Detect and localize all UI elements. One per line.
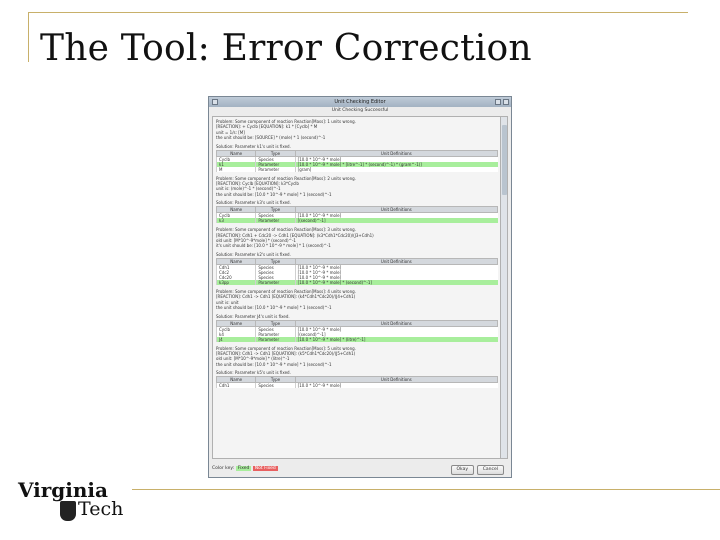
cell-type: Parameter [255, 279, 296, 285]
table-row[interactable]: M Parameter [gram] [215, 166, 498, 172]
problem-section: Problem: Some component of reaction Reac… [215, 227, 499, 285]
unit-checking-editor-window: Unit Checking Editor Unit Checking Succe… [208, 96, 512, 478]
solution-text: Solution: Parameter k5's unit is fixed. [216, 370, 291, 376]
cell-unit: [10.0 * 10^-9 * mole] [294, 382, 498, 389]
okay-button[interactable]: Okay [450, 465, 474, 475]
cell-type: Parameter [255, 336, 296, 342]
window-menu-icon[interactable] [212, 99, 218, 105]
title-rule-vertical [28, 12, 29, 62]
cell-name: k3pp [215, 279, 256, 285]
close-icon[interactable] [503, 99, 509, 105]
units-table: Name Type Unit Definitions Cyclb Species [10.… [215, 206, 499, 224]
units-table: Name Type Unit Definitions Cyclb Species [10.… [215, 149, 499, 172]
table-row[interactable]: Cdh1 Species [10.0 * 10^-9 * mole] [215, 382, 498, 389]
problem-line: the unit should be: [SOURCE] * (mole) * … [216, 135, 326, 141]
cell-name: k3 [215, 218, 256, 224]
cell-unit: [gram] [294, 166, 498, 172]
dialog-footer: Color key: Fixed Not Fixed Okay Cancel [212, 463, 508, 475]
problem-line: the unit should be: [10.0 * 10^-9 * mole… [216, 191, 332, 197]
cell-name: M [215, 166, 256, 172]
problem-section: Problem: Some component of reaction Reac… [215, 289, 499, 342]
solution-text: Solution: Parameter k2's unit is fixed. [216, 251, 291, 257]
problem-section: Problem: Some component of reaction Reac… [215, 176, 499, 224]
scrollbar-thumb[interactable] [502, 125, 507, 195]
cell-unit: [10.0 * 10^-9 * mole] * (second)^-1] [294, 279, 498, 285]
results-scroll-area[interactable]: Problem: Some component of reaction Reac… [212, 116, 502, 459]
slide-title: The Tool: Error Correction [40, 28, 532, 69]
legend-not-fixed: Not Fixed [252, 466, 278, 471]
virginia-tech-logo: Virginia Tech [18, 478, 138, 528]
cell-type: Species [255, 382, 296, 389]
minimize-icon[interactable] [495, 99, 501, 105]
units-table: Name Type Unit Definitions Cyclb Species [10.… [215, 319, 499, 342]
cell-name: Cdh1 [215, 382, 256, 389]
table-row[interactable]: k3 Parameter [(second)^-1] [215, 218, 498, 224]
cell-type: Parameter [255, 166, 296, 172]
window-titlebar[interactable]: Unit Checking Editor [209, 97, 511, 107]
logo-seal-icon [60, 501, 76, 521]
problem-section: Problem: Some component of reaction Reac… [215, 346, 499, 389]
units-table: Name Type Unit Definitions Cdh1 Species [10.0… [215, 257, 499, 285]
status-message: Unit Checking Successful [331, 108, 389, 113]
problem-line: the unit should be: [10.0 * 10^-9 * mole… [216, 361, 332, 367]
legend-fixed: Fixed [235, 466, 252, 471]
solution-text: Solution: Parameter J4's unit is fixed. [216, 313, 290, 319]
table-row[interactable]: J4 Parameter [10.0 * 10^-9 * mole] * (litr… [215, 336, 498, 342]
problem-text: Problem: Some component of reaction Reac… [216, 119, 498, 141]
units-table: Name Type Unit Definitions Cdh1 Species [10.0… [215, 376, 499, 389]
problem-text: Problem: Some component of reaction Reac… [216, 346, 498, 368]
solution-text: Solution: Parameter k1's unit is fixed. [216, 143, 291, 149]
problem-text: Problem: Some component of reaction Reac… [216, 176, 498, 198]
logo-word-tech: Tech [78, 498, 124, 520]
cell-unit: [10.0 * 10^-9 * mole] * (litre)^-1] [294, 336, 498, 342]
table-row[interactable]: k3pp Parameter [10.0 * 10^-9 * mole] * (se… [215, 279, 498, 285]
vertical-scrollbar[interactable] [500, 116, 508, 459]
problem-text: Problem: Some component of reaction Reac… [216, 227, 498, 249]
cancel-button[interactable]: Cancel [476, 465, 504, 475]
footer-rule [132, 489, 720, 490]
problem-line: the unit should be: [10.0 * 10^-9 * mole… [216, 305, 332, 311]
color-key-label: Color key: [212, 466, 235, 471]
cell-name: J4 [215, 336, 256, 342]
solution-text: Solution: Parameter k3's unit is fixed. [216, 200, 291, 206]
problem-line: it's unit should be: [10.0 * 10^-9 * mol… [216, 243, 331, 249]
problem-section: Problem: Some component of reaction Reac… [215, 119, 499, 172]
window-title: Unit Checking Editor [334, 99, 386, 105]
title-rule-horizontal [28, 12, 688, 13]
cell-type: Parameter [255, 218, 296, 224]
cell-unit: [(second)^-1] [294, 218, 498, 224]
problem-text: Problem: Some component of reaction Reac… [216, 289, 498, 311]
